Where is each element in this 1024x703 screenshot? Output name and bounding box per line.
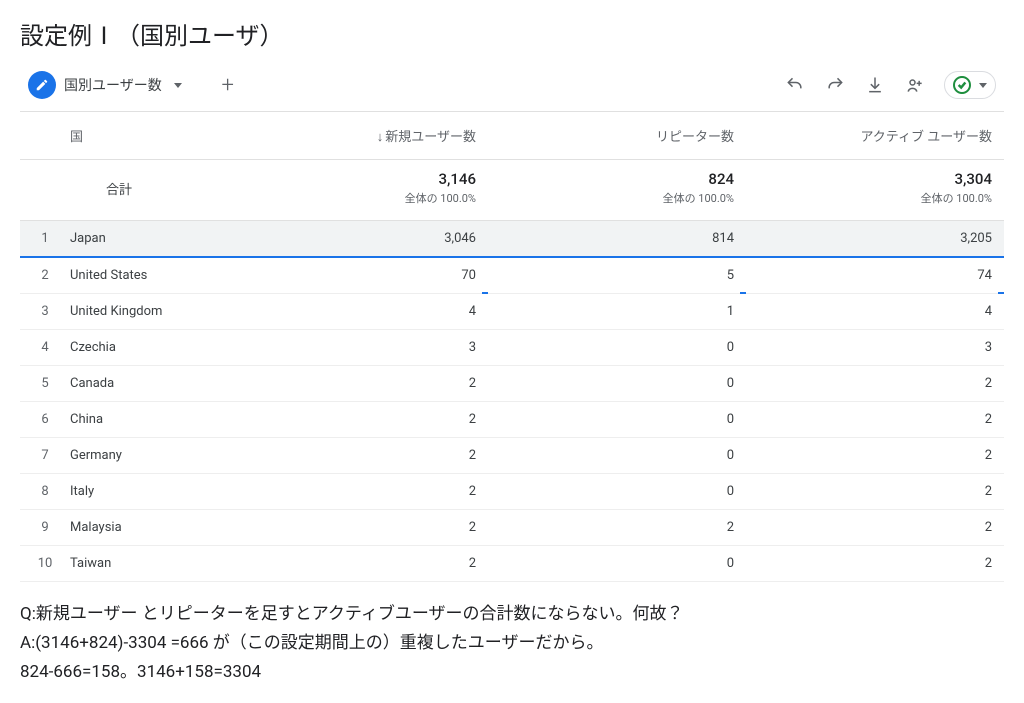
table-row[interactable]: 10Taiwan202 (20, 546, 1004, 582)
dimension-dropdown[interactable]: 国別ユーザー数 (20, 67, 190, 103)
add-button[interactable]: + (210, 67, 246, 103)
page-title: 設定例Ⅰ（国別ユーザ） (20, 16, 1004, 51)
row-country: Italy (70, 474, 230, 510)
row-index: 8 (20, 474, 70, 510)
table-row[interactable]: 6China202 (20, 402, 1004, 438)
table-row[interactable]: 4Czechia303 (20, 330, 1004, 366)
row-new-users: 2 (230, 474, 488, 510)
totals-row: 合計 3,146 全体の 100.0% 824 全体の 100.0% 3,304… (20, 160, 1004, 221)
row-repeaters: 0 (488, 546, 746, 582)
chevron-down-icon (979, 83, 987, 88)
row-active-users: 3 (746, 330, 1004, 366)
header-new-users[interactable]: ↓新規ユーザー数 (230, 112, 488, 160)
row-repeaters: 0 (488, 402, 746, 438)
row-active-users: 2 (746, 510, 1004, 546)
row-index: 10 (20, 546, 70, 582)
row-active-users: 4 (746, 294, 1004, 330)
row-index: 1 (20, 221, 70, 258)
undo-icon[interactable] (784, 74, 806, 96)
row-repeaters: 0 (488, 330, 746, 366)
dimension-label: 国別ユーザー数 (64, 75, 162, 95)
row-index: 5 (20, 366, 70, 402)
header-active-users[interactable]: アクティブ ユーザー数 (746, 112, 1004, 160)
row-country: Germany (70, 438, 230, 474)
row-new-users: 3,046 (230, 221, 488, 258)
row-repeaters: 0 (488, 366, 746, 402)
download-icon[interactable] (864, 74, 886, 96)
header-country[interactable]: 国 (70, 112, 230, 160)
table-row[interactable]: 7Germany202 (20, 438, 1004, 474)
row-new-users: 4 (230, 294, 488, 330)
qa-answer-2: 824-666=158。3146+158=3304 (20, 658, 1004, 687)
row-repeaters: 0 (488, 474, 746, 510)
share-icon[interactable] (904, 74, 926, 96)
row-country: Czechia (70, 330, 230, 366)
row-active-users: 3,205 (746, 221, 1004, 258)
row-repeaters: 5 (488, 257, 746, 294)
row-new-users: 2 (230, 510, 488, 546)
row-index: 6 (20, 402, 70, 438)
table-row[interactable]: 3United Kingdom414 (20, 294, 1004, 330)
totals-cell-repeaters: 824 全体の 100.0% (488, 160, 746, 221)
row-new-users: 70 (230, 257, 488, 294)
table-header-row: 国 ↓新規ユーザー数 リピーター数 アクティブ ユーザー数 (20, 112, 1004, 160)
row-new-users: 2 (230, 546, 488, 582)
row-new-users: 2 (230, 366, 488, 402)
data-table: 国 ↓新規ユーザー数 リピーター数 アクティブ ユーザー数 合計 3,146 全… (20, 112, 1004, 582)
row-active-users: 2 (746, 546, 1004, 582)
row-index: 3 (20, 294, 70, 330)
row-new-users: 2 (230, 438, 488, 474)
table-row[interactable]: 1Japan3,0468143,205 (20, 221, 1004, 258)
row-active-users: 74 (746, 257, 1004, 294)
row-country: United Kingdom (70, 294, 230, 330)
table-row[interactable]: 5Canada202 (20, 366, 1004, 402)
row-country: Taiwan (70, 546, 230, 582)
row-index: 4 (20, 330, 70, 366)
row-active-users: 2 (746, 438, 1004, 474)
row-active-users: 2 (746, 402, 1004, 438)
qa-text: Q:新規ユーザー とリピーターを足すとアクティブユーザーの合計数にならない。何故… (20, 600, 1004, 687)
header-repeaters[interactable]: リピーター数 (488, 112, 746, 160)
row-index: 2 (20, 257, 70, 294)
row-repeaters: 1 (488, 294, 746, 330)
totals-cell-new-users: 3,146 全体の 100.0% (230, 160, 488, 221)
totals-cell-active-users: 3,304 全体の 100.0% (746, 160, 1004, 221)
row-index: 7 (20, 438, 70, 474)
row-active-users: 2 (746, 474, 1004, 510)
row-new-users: 2 (230, 402, 488, 438)
table-row[interactable]: 8Italy202 (20, 474, 1004, 510)
check-icon (953, 76, 971, 94)
row-new-users: 3 (230, 330, 488, 366)
edit-icon (28, 71, 56, 99)
row-repeaters: 0 (488, 438, 746, 474)
chevron-down-icon (174, 83, 182, 88)
table-row[interactable]: 2United States70574 (20, 257, 1004, 294)
toolbar: 国別ユーザー数 + (20, 67, 1004, 112)
totals-label: 合計 (70, 160, 230, 221)
row-country: Canada (70, 366, 230, 402)
row-active-users: 2 (746, 366, 1004, 402)
toolbar-actions (784, 71, 1004, 99)
status-check-chip[interactable] (944, 71, 996, 99)
qa-answer-1: A:(3146+824)-3304 =666 が（この設定期間上の）重複したユー… (20, 629, 1004, 658)
row-country: Malaysia (70, 510, 230, 546)
sort-down-icon: ↓ (377, 129, 384, 145)
row-repeaters: 814 (488, 221, 746, 258)
table-row[interactable]: 9Malaysia222 (20, 510, 1004, 546)
row-country: Japan (70, 221, 230, 258)
qa-question: Q:新規ユーザー とリピーターを足すとアクティブユーザーの合計数にならない。何故… (20, 600, 1004, 629)
row-country: China (70, 402, 230, 438)
header-index (20, 112, 70, 160)
row-country: United States (70, 257, 230, 294)
row-repeaters: 2 (488, 510, 746, 546)
row-index: 9 (20, 510, 70, 546)
redo-icon[interactable] (824, 74, 846, 96)
